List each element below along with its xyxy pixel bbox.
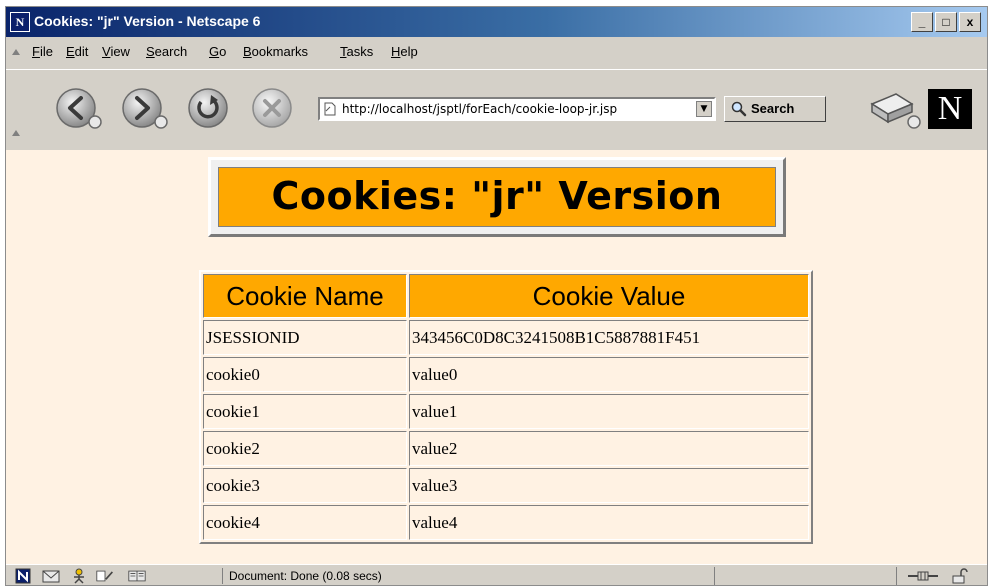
table-row: cookie0 value0: [203, 357, 809, 392]
cookie-name-cell: cookie1: [203, 394, 407, 429]
mail-icon[interactable]: [42, 568, 60, 584]
window-title: Cookies: "jr" Version - Netscape 6: [34, 13, 261, 29]
navigation-toolbar: http://localhost/jsptl/forEach/cookie-lo…: [6, 69, 987, 150]
url-dropdown-icon[interactable]: ▼: [696, 101, 712, 117]
menu-go[interactable]: Go: [209, 44, 226, 59]
menu-bookmarks[interactable]: Bookmarks: [243, 44, 308, 59]
browser-window: N Cookies: "jr" Version - Netscape 6 _ □ x…: [5, 6, 988, 586]
toolbar-grip-icon[interactable]: [12, 130, 20, 136]
page-icon: [324, 102, 336, 116]
column-header-cookie-name: Cookie Name: [203, 274, 407, 318]
address-book-icon[interactable]: [128, 568, 146, 584]
minimize-button[interactable]: _: [911, 12, 933, 32]
stop-icon: [252, 88, 292, 128]
table-row: cookie2 value2: [203, 431, 809, 466]
menu-view[interactable]: View: [102, 44, 130, 59]
netscape-logo-letter: N: [937, 90, 963, 127]
cookie-value-cell: value3: [409, 468, 809, 503]
status-text: Document: Done (0.08 secs): [222, 568, 382, 584]
column-header-cookie-value: Cookie Value: [409, 274, 809, 318]
reload-button[interactable]: [186, 86, 230, 130]
status-divider: [714, 567, 715, 585]
page-content: Cookies: "jr" Version Cookie Name Cookie…: [6, 150, 987, 564]
maximize-button[interactable]: □: [935, 12, 957, 32]
table-row: JSESSIONID 343456C0D8C3241508B1C5887881F…: [203, 320, 809, 355]
navigator-icon[interactable]: [14, 568, 32, 584]
menubar-grip-icon[interactable]: [12, 49, 20, 55]
url-text: http://localhost/jsptl/forEach/cookie-lo…: [342, 102, 618, 116]
url-field[interactable]: http://localhost/jsptl/forEach/cookie-lo…: [318, 97, 716, 121]
table-row: cookie3 value3: [203, 468, 809, 503]
netscape-throbber[interactable]: N: [928, 89, 972, 129]
menu-search[interactable]: Search: [146, 44, 187, 59]
print-icon[interactable]: [866, 88, 922, 132]
menu-help[interactable]: Help: [391, 44, 418, 59]
cookie-name-cell: cookie4: [203, 505, 407, 540]
instant-messenger-icon[interactable]: [70, 568, 88, 584]
table-row: cookie1 value1: [203, 394, 809, 429]
search-button[interactable]: Search: [724, 96, 826, 122]
status-divider: [896, 567, 897, 585]
banner-fill: Cookies: "jr" Version: [218, 167, 776, 227]
page-heading-banner: Cookies: "jr" Version: [208, 157, 786, 237]
close-button[interactable]: x: [959, 12, 981, 32]
netscape-app-icon: N: [10, 12, 30, 32]
menu-bar: File Edit View Search Go Bookmarks Tasks…: [6, 40, 987, 64]
stop-button[interactable]: [250, 86, 294, 130]
menu-edit[interactable]: Edit: [66, 44, 88, 59]
title-bar: N Cookies: "jr" Version - Netscape 6 _ □ x: [6, 7, 987, 37]
menu-tasks[interactable]: Tasks: [340, 44, 373, 59]
online-connection-icon[interactable]: [906, 568, 940, 584]
cookie-value-cell: value0: [409, 357, 809, 392]
cookie-name-cell: cookie2: [203, 431, 407, 466]
reload-icon: [188, 88, 228, 128]
table-row: cookie4 value4: [203, 505, 809, 540]
search-icon: [731, 101, 747, 117]
cookie-value-cell: value4: [409, 505, 809, 540]
cookie-name-cell: cookie3: [203, 468, 407, 503]
security-lock-icon[interactable]: [950, 568, 968, 584]
cookie-value-cell: value2: [409, 431, 809, 466]
status-bar: Document: Done (0.08 secs): [6, 564, 987, 585]
back-arrow-icon: [56, 88, 102, 129]
cookie-value-cell: value1: [409, 394, 809, 429]
cookie-table: Cookie Name Cookie Value JSESSIONID 3434…: [199, 270, 813, 544]
composer-icon[interactable]: [96, 568, 114, 584]
page-heading: Cookies: "jr" Version: [271, 174, 723, 218]
window-controls: _ □ x: [909, 12, 981, 32]
back-button[interactable]: [54, 86, 102, 130]
search-button-label: Search: [751, 101, 795, 116]
menu-file[interactable]: File: [32, 44, 53, 59]
forward-arrow-icon: [122, 88, 168, 129]
forward-button[interactable]: [120, 86, 168, 130]
cookie-name-cell: JSESSIONID: [203, 320, 407, 355]
cookie-value-cell: 343456C0D8C3241508B1C5887881F451: [409, 320, 809, 355]
cookie-name-cell: cookie0: [203, 357, 407, 392]
table-header-row: Cookie Name Cookie Value: [203, 274, 809, 318]
